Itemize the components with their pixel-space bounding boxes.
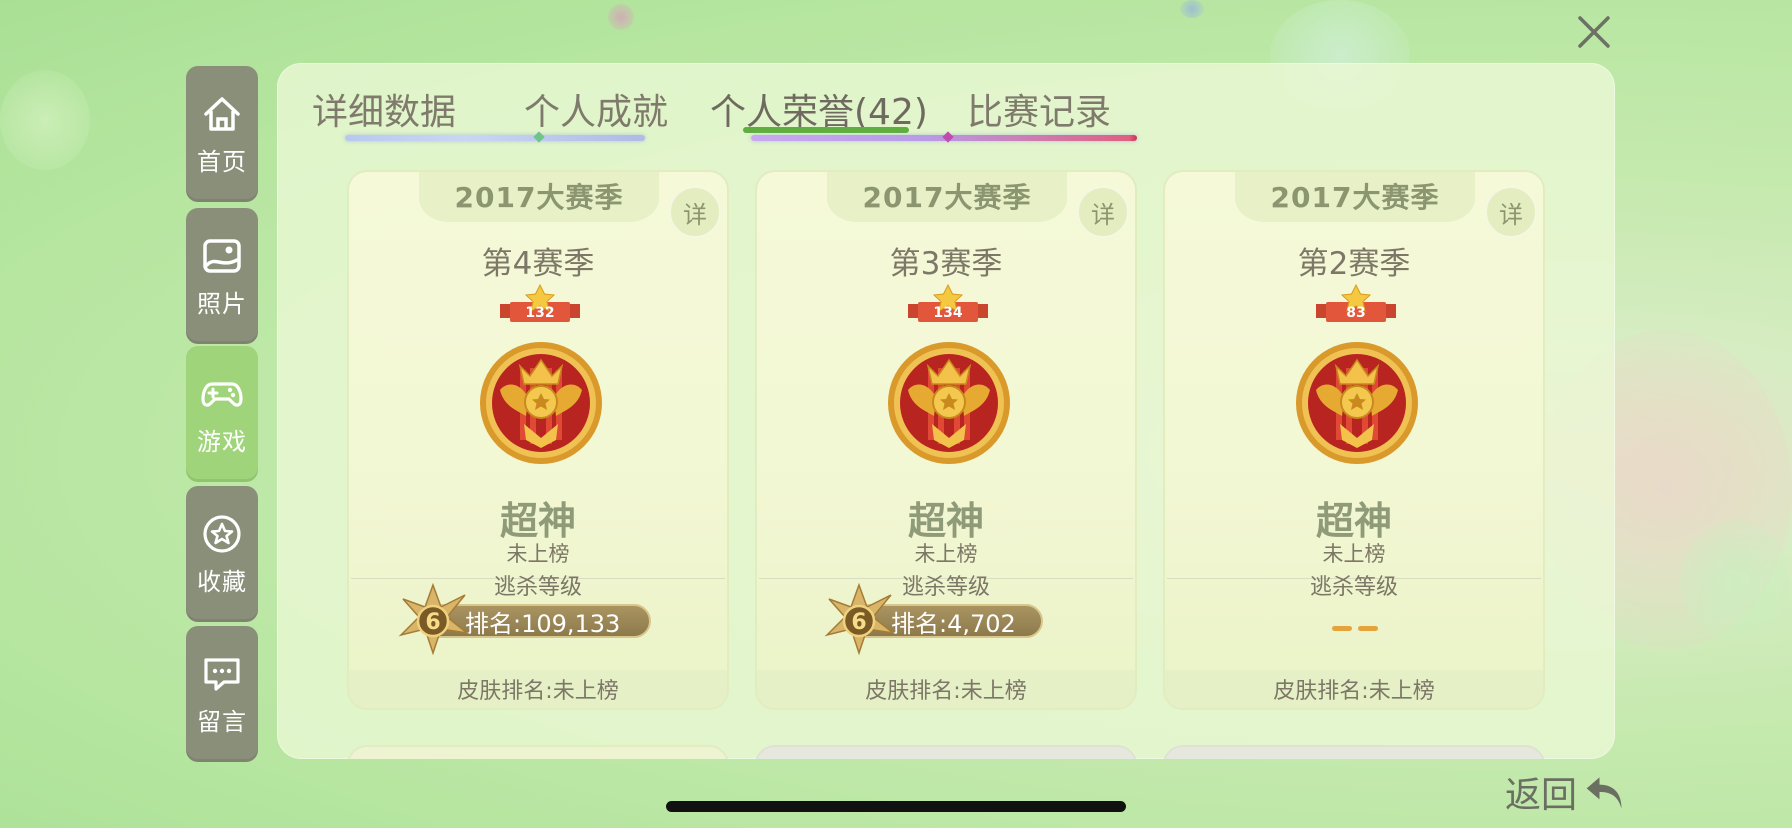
honor-card: 2017大赛季 详 第2赛季 83 超神 未上榜 逃杀等级 皮肤排名:未上榜	[1163, 170, 1545, 710]
background-bubble	[1180, 0, 1204, 18]
rank-status: 未上榜	[914, 542, 978, 566]
honor-card: 2017大赛季 详 第3赛季 134 超神 未上榜 逃杀等级 排名:4,702	[755, 170, 1137, 710]
tab-decoration	[345, 135, 645, 141]
level-badge-number: 6	[851, 610, 866, 635]
active-tab-indicator	[743, 127, 909, 133]
return-arrow-icon	[1586, 777, 1622, 809]
rank-status: 未上榜	[1322, 542, 1386, 566]
sidebar-item-label: 留言	[197, 707, 247, 736]
background-bubble	[608, 4, 634, 30]
level-badge-icon: 6	[824, 582, 895, 656]
honor-medal-icon	[480, 342, 602, 464]
level-badge-icon: 6	[398, 582, 469, 656]
close-icon	[1578, 16, 1610, 48]
empty-rank-dash	[1332, 626, 1352, 631]
honor-card-partial	[755, 745, 1137, 759]
sidebar-item-photos[interactable]: 照片	[186, 208, 258, 344]
sidebar-item-favorites[interactable]: 收藏	[186, 486, 258, 622]
sidebar-item-messages[interactable]: 留言	[186, 626, 258, 762]
detail-button[interactable]: 详	[669, 186, 721, 238]
back-label: 返回	[1505, 775, 1578, 816]
season-banner: 2017大赛季	[1235, 172, 1475, 222]
main-panel: 详细数据 个人成就 个人荣誉(42) 比赛记录 2017大赛季 详 第4赛季 1…	[277, 63, 1615, 759]
honor-medal-icon	[1296, 342, 1418, 464]
honor-medal-icon	[888, 342, 1010, 464]
rank-title: 超神	[1315, 499, 1392, 543]
honor-card-partial	[347, 745, 729, 759]
rank-title: 超神	[907, 499, 984, 543]
season-banner: 2017大赛季	[419, 172, 659, 222]
detail-button[interactable]: 详	[1485, 186, 1537, 238]
home-indicator	[666, 801, 1126, 812]
message-icon	[204, 657, 240, 691]
season-name: 第3赛季	[889, 246, 1003, 282]
sidebar-item-games[interactable]: 游戏	[186, 346, 258, 482]
level-label: 逃杀等级	[901, 575, 990, 600]
detail-button[interactable]: 详	[1077, 186, 1129, 238]
honor-card: 2017大赛季 详 第4赛季 132 超神 未上榜 逃杀等级 排名:109,13…	[347, 170, 729, 710]
rank-status: 未上榜	[506, 542, 570, 566]
gamepad-icon	[201, 381, 243, 407]
sidebar-item-label: 收藏	[197, 567, 247, 596]
background-bubble	[1680, 520, 1790, 640]
season-banner: 2017大赛季	[827, 172, 1067, 222]
tab-match-records[interactable]: 比赛记录	[967, 83, 1111, 135]
level-label: 逃杀等级	[1309, 575, 1398, 600]
background-bubble	[0, 70, 90, 170]
skin-rank: 皮肤排名:未上榜	[349, 670, 727, 708]
sidebar-item-home[interactable]: 首页	[186, 66, 258, 202]
level-badge-number: 6	[425, 610, 440, 635]
star-count: 83	[1346, 305, 1366, 321]
skin-rank: 皮肤排名:未上榜	[757, 670, 1135, 708]
season-name: 第2赛季	[1297, 246, 1411, 282]
season-name: 第4赛季	[481, 246, 595, 282]
sidebar-item-label: 游戏	[197, 427, 247, 456]
star-icon	[203, 514, 241, 553]
star-count: 132	[525, 305, 555, 321]
photo-icon	[203, 238, 241, 273]
back-button[interactable]: 返回	[1505, 768, 1627, 816]
honor-card-partial	[1163, 745, 1545, 759]
tab-detailed-stats[interactable]: 详细数据	[312, 83, 456, 135]
tab-achievements[interactable]: 个人成就	[524, 83, 668, 135]
close-button[interactable]	[1572, 10, 1616, 54]
skin-rank: 皮肤排名:未上榜	[1165, 670, 1543, 708]
home-icon	[204, 96, 240, 131]
rank-title: 超神	[499, 499, 576, 543]
star-count: 134	[933, 305, 963, 321]
empty-rank-dash	[1358, 626, 1378, 631]
sidebar-item-label: 首页	[197, 147, 247, 176]
sidebar-item-label: 照片	[197, 289, 247, 318]
